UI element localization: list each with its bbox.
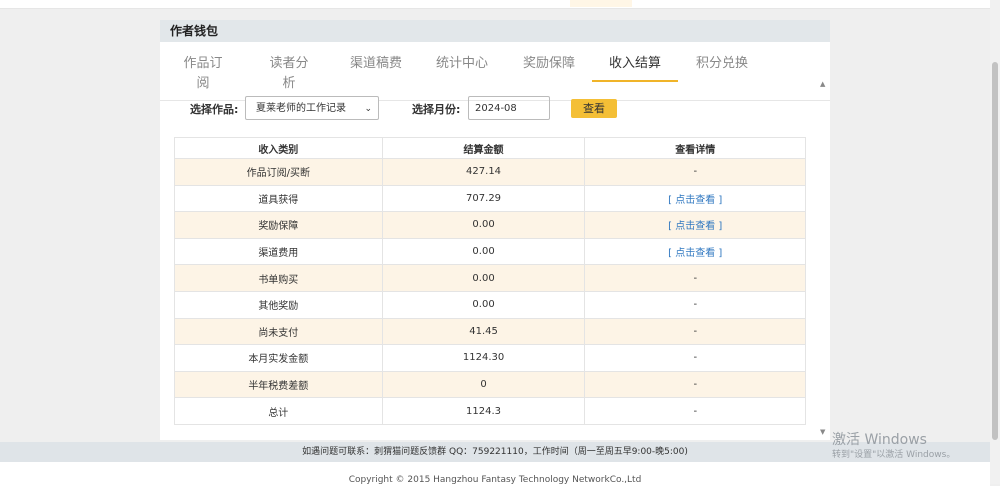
income-category: 书单购买 (174, 264, 383, 292)
scroll-down-icon[interactable]: ▼ (820, 428, 825, 436)
income-category: 渠道费用 (174, 237, 383, 266)
income-amount: 0.00 (381, 264, 586, 292)
income-category: 作品订阅/买断 (174, 158, 383, 186)
month-label: 选择月份: (412, 103, 461, 116)
income-category: 奖励保障 (174, 211, 383, 239)
income-category: 其他奖励 (174, 290, 383, 319)
query-button[interactable]: 查看 (571, 99, 617, 118)
income-amount: 427.14 (381, 158, 586, 186)
table-row: 奖励保障 0.00 [ 点击查看 ] (174, 211, 806, 239)
work-label: 选择作品: (190, 103, 239, 116)
footer-copyright: Copyright © 2015 Hangzhou Fantasy Techno… (0, 474, 990, 486)
tab-statistics[interactable]: 统计中心 (436, 54, 488, 84)
page-scrollbar-thumb[interactable] (992, 62, 998, 440)
income-category: 尚未支付 (174, 317, 383, 346)
top-nav-active-marker (570, 0, 632, 7)
wallet-card: 作者钱包 作品订阅 读者分析 渠道稿费 统计中心 奖励保障 收入结算 积分兑换 … (160, 20, 830, 440)
income-category: 道具获得 (174, 184, 383, 213)
filter-form: 选择作品: 夏莱老师的工作记录 ⌄ 选择月份: 2024-08 查看 (160, 96, 830, 122)
tab-channel-fee[interactable]: 渠道稿费 (350, 54, 402, 84)
detail-cell: - (584, 397, 806, 425)
income-amount: 41.45 (381, 317, 586, 346)
table-row: 道具获得 707.29 [ 点击查看 ] (174, 184, 806, 213)
tab-reader-analysis[interactable]: 读者分析 (264, 54, 314, 91)
tab-income-settlement[interactable]: 收入结算 (592, 54, 678, 82)
column-header: 收入类别 (174, 137, 383, 159)
detail-link[interactable]: [ 点击查看 ] (584, 211, 806, 239)
table-row: 其他奖励 0.00 - (174, 290, 806, 319)
income-amount: 1124.30 (381, 344, 586, 372)
work-select[interactable]: 夏莱老师的工作记录 ⌄ (245, 96, 379, 120)
detail-cell: - (584, 290, 806, 319)
table-row: 本月实发金额 1124.30 - (174, 344, 806, 372)
income-amount: 0 (381, 370, 586, 399)
income-category: 总计 (174, 397, 383, 425)
income-amount: 0.00 (381, 237, 586, 266)
income-amount: 0.00 (381, 211, 586, 239)
scroll-up-icon[interactable]: ▲ (820, 80, 825, 88)
income-category: 半年税费差额 (174, 370, 383, 399)
column-header: 查看详情 (584, 137, 806, 159)
page-scrollbar[interactable] (990, 0, 1000, 484)
table-header-row: 收入类别 结算金额 查看详情 (174, 137, 806, 159)
chevron-down-icon: ⌄ (364, 104, 372, 114)
detail-cell: - (584, 317, 806, 346)
tab-reward[interactable]: 奖励保障 (523, 54, 575, 84)
detail-link[interactable]: [ 点击查看 ] (584, 237, 806, 266)
detail-cell: - (584, 264, 806, 292)
detail-cell: - (584, 158, 806, 186)
table-row: 尚未支付 41.45 - (174, 317, 806, 346)
detail-link[interactable]: [ 点击查看 ] (584, 184, 806, 213)
table-row: 作品订阅/买断 427.14 - (174, 158, 806, 186)
windows-activation-watermark: 激活 Windows 转到"设置"以激活 Windows。 (832, 432, 955, 461)
column-header: 结算金额 (381, 137, 586, 159)
income-amount: 707.29 (381, 184, 586, 213)
table-row: 书单购买 0.00 - (174, 264, 806, 292)
detail-cell: - (584, 370, 806, 399)
table-row: 半年税费差额 0 - (174, 370, 806, 399)
content-scrollbar[interactable]: ▲ ▼ (820, 80, 828, 436)
watermark-subtitle: 转到"设置"以激活 Windows。 (832, 450, 956, 460)
income-amount: 1124.3 (381, 397, 586, 425)
tab-subscription[interactable]: 作品订阅 (178, 54, 228, 91)
table-row: 总计 1124.3 - (174, 397, 806, 425)
income-category: 本月实发金额 (174, 344, 383, 372)
table-row: 渠道费用 0.00 [ 点击查看 ] (174, 237, 806, 266)
watermark-title: 激活 Windows (832, 432, 927, 448)
income-table: 收入类别 结算金额 查看详情 作品订阅/买断 427.14 - 道具获得 707… (174, 137, 806, 425)
card-title: 作者钱包 (160, 20, 830, 42)
month-input[interactable]: 2024-08 (468, 96, 550, 120)
income-amount: 0.00 (381, 290, 586, 319)
top-nav-bar (0, 0, 990, 9)
detail-cell: - (584, 344, 806, 372)
work-select-value: 夏莱老师的工作记录 (256, 103, 346, 114)
tab-points-exchange[interactable]: 积分兑换 (696, 54, 748, 84)
tab-bar: 作品订阅 读者分析 渠道稿费 统计中心 奖励保障 收入结算 积分兑换 (160, 42, 830, 101)
